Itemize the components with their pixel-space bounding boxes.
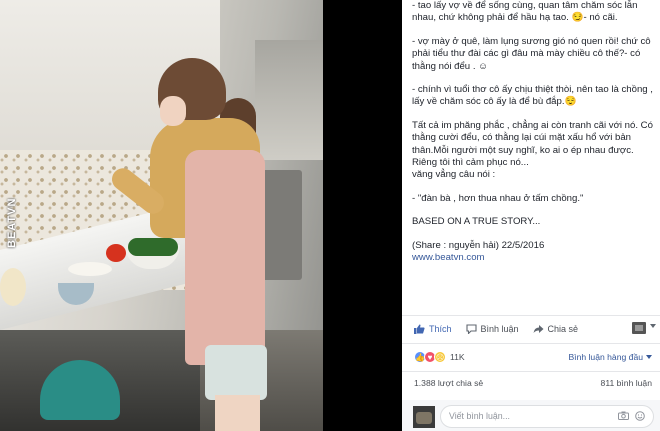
photo-shorts xyxy=(205,345,267,400)
reactions-row: 👍 ♥ ☹ 11K Bình luận hàng đầu xyxy=(402,346,660,368)
photo-apron xyxy=(185,150,265,365)
thumbs-up-icon xyxy=(414,324,425,334)
photo-greens xyxy=(128,238,178,256)
share-button[interactable]: Chia sẻ xyxy=(533,324,579,334)
post-photo[interactable]: BEATVN xyxy=(0,0,323,431)
comment-input[interactable]: Viết bình luận... xyxy=(440,405,654,428)
emoji-icon[interactable] xyxy=(635,411,645,423)
camera-icon[interactable] xyxy=(618,411,629,423)
post-paragraph: Riêng tôi thì cảm phục nó... xyxy=(412,157,529,169)
post-paragraph: - chính vì tuổi thơ cô ấy chịu thiệt thò… xyxy=(412,84,653,108)
divider xyxy=(402,371,660,372)
page-avatar[interactable] xyxy=(632,322,646,334)
post-text: - tao lấy vợ về để sống cùng, quan tâm c… xyxy=(412,0,656,265)
post-panel: - tao lấy vợ về để sống cùng, quan tâm c… xyxy=(402,0,660,431)
sad-reaction-icon[interactable]: ☹ xyxy=(434,351,446,363)
comment-icon xyxy=(465,324,477,334)
post-paragraph: BASED ON A TRUE STORY... xyxy=(412,216,541,228)
post-link[interactable]: www.beatvn.com xyxy=(412,252,485,263)
chevron-down-icon[interactable] xyxy=(650,324,656,328)
photo-viewer: BEATVN xyxy=(0,0,402,431)
post-paragraph: - vợ mày ở quê, làm lụng sương gió nó qu… xyxy=(412,35,651,72)
post-share-credit: (Share : nguyễn hải) 22/5/2016 xyxy=(412,239,545,251)
post-paragraph: Tất cả im phăng phắc , chẳng ai còn tran… xyxy=(412,119,653,156)
share-arrow-icon xyxy=(533,325,544,333)
photo-tomato xyxy=(106,244,126,262)
comment-count[interactable]: 811 bình luận xyxy=(601,378,652,388)
share-label: Chia sẻ xyxy=(547,324,579,334)
like-button[interactable]: Thích xyxy=(414,324,452,334)
avatar xyxy=(413,406,435,428)
photo-shelf xyxy=(255,40,323,160)
photo-face xyxy=(160,96,186,126)
like-label: Thích xyxy=(429,324,452,334)
photo-egg xyxy=(0,268,26,306)
post-paragraph: - tao lấy vợ về để sống cùng, quan tâm c… xyxy=(412,0,638,24)
action-bar: Thích Bình luận Chia sẻ xyxy=(402,316,660,342)
caret-down-icon xyxy=(646,355,652,359)
post-stats: 1.388 lượt chia sẻ 811 bình luận xyxy=(402,376,660,392)
reaction-count[interactable]: 11K xyxy=(450,352,465,362)
comment-composer: Viết bình luận... xyxy=(402,400,660,431)
divider xyxy=(402,343,660,344)
comment-placeholder: Viết bình luận... xyxy=(449,411,510,421)
composer-icons xyxy=(612,411,645,423)
photo-fridge xyxy=(262,170,302,280)
comment-sort-dropdown[interactable]: Bình luận hàng đầu xyxy=(568,352,652,362)
comment-button[interactable]: Bình luận xyxy=(465,324,519,334)
photo-watermark: BEATVN xyxy=(6,197,18,248)
post-quote: - "đàn bà , hơn thua nhau ở tấm chồng." xyxy=(412,192,584,204)
comment-label: Bình luận xyxy=(480,324,519,334)
photo-legs xyxy=(215,395,260,431)
sort-label: Bình luận hàng đầu xyxy=(568,352,643,362)
photo-plate xyxy=(68,262,112,276)
share-count[interactable]: 1.388 lượt chia sẻ xyxy=(414,378,483,388)
post-paragraph: văng vẳng câu nói : xyxy=(412,169,496,181)
